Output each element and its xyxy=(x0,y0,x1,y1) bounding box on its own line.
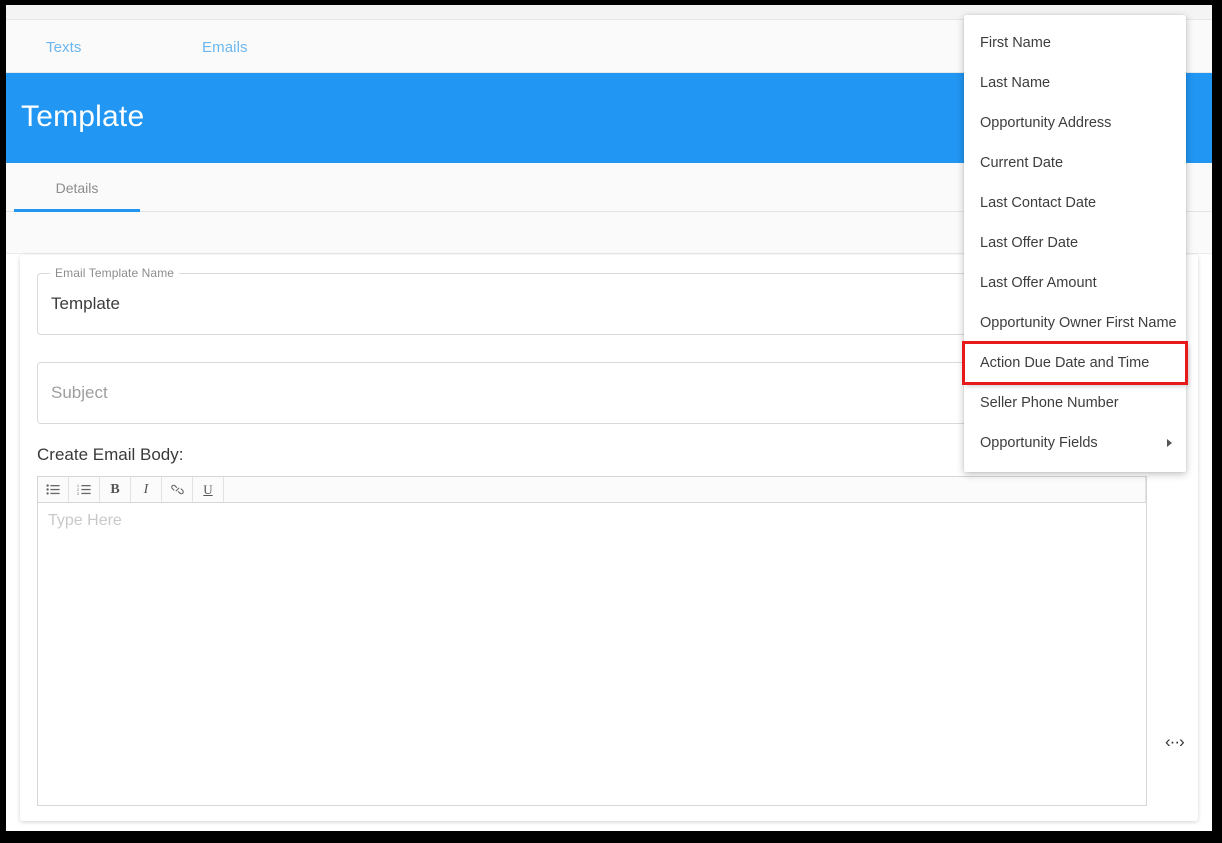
menu-item-last-name[interactable]: Last Name xyxy=(964,63,1186,103)
nav-link-texts[interactable]: Texts xyxy=(46,39,82,56)
source-code-icon[interactable]: ‹··› xyxy=(1165,732,1185,752)
create-email-body-label: Create Email Body: xyxy=(37,445,184,464)
tab-details-label: Details xyxy=(55,179,99,196)
email-template-name-value: Template xyxy=(51,294,120,313)
menu-item-last-offer-amount[interactable]: Last Offer Amount xyxy=(964,263,1186,303)
menu-item-label: Current Date xyxy=(980,155,1064,171)
menu-item-label: Opportunity Address xyxy=(980,115,1112,131)
nav-link-emails[interactable]: Emails xyxy=(202,39,248,56)
menu-item-last-contact-date[interactable]: Last Contact Date xyxy=(964,183,1186,223)
menu-item-action-due-date-and-time[interactable]: Action Due Date and Time xyxy=(962,341,1188,385)
menu-item-label: First Name xyxy=(980,35,1051,51)
merge-field-dropdown-menu: First Name Last Name Opportunity Address… xyxy=(962,15,1188,472)
menu-item-first-name[interactable]: First Name xyxy=(964,23,1186,63)
menu-item-last-offer-date[interactable]: Last Offer Date xyxy=(964,223,1186,263)
menu-item-label: Opportunity Owner First Name xyxy=(980,315,1177,331)
menu-item-seller-phone-number[interactable]: Seller Phone Number xyxy=(964,383,1186,423)
tab-details[interactable]: Details xyxy=(14,163,140,212)
menu-item-label: Action Due Date and Time xyxy=(980,355,1150,371)
editor-toolbar: 1 2 3 B I U xyxy=(38,477,1146,503)
editor-toolbar-empty-space xyxy=(224,477,1146,502)
menu-item-opportunity-fields[interactable]: Opportunity Fields xyxy=(964,423,1186,463)
email-template-name-label: Email Template Name xyxy=(50,266,180,280)
menu-item-label: Last Offer Date xyxy=(980,235,1079,251)
menu-item-label: Last Offer Amount xyxy=(980,275,1097,291)
underline-icon[interactable]: U xyxy=(193,477,224,502)
menu-item-opportunity-owner-first-name[interactable]: Opportunity Owner First Name xyxy=(964,303,1186,343)
svg-text:3: 3 xyxy=(77,492,79,495)
bold-icon[interactable]: B xyxy=(100,477,131,502)
unordered-list-icon[interactable] xyxy=(38,477,69,502)
screenshot-root: Texts Emails Template Details Email Temp… xyxy=(0,0,1222,843)
page-title: Template xyxy=(21,100,145,133)
italic-icon[interactable]: I xyxy=(131,477,162,502)
menu-item-label: Last Name xyxy=(980,75,1051,91)
link-icon[interactable] xyxy=(162,477,193,502)
menu-item-label: Opportunity Fields xyxy=(980,435,1098,451)
menu-item-current-date[interactable]: Current Date xyxy=(964,143,1186,183)
ordered-list-icon[interactable]: 1 2 3 xyxy=(69,477,100,502)
email-body-input[interactable]: Type Here xyxy=(38,503,1146,805)
menu-item-opportunity-address[interactable]: Opportunity Address xyxy=(964,103,1186,143)
menu-item-label: Seller Phone Number xyxy=(980,395,1119,411)
menu-item-label: Last Contact Date xyxy=(980,195,1097,211)
email-body-editor[interactable]: 1 2 3 B I U Type Here xyxy=(37,476,1147,806)
chevron-right-icon xyxy=(1167,439,1172,447)
subject-placeholder: Subject xyxy=(51,383,108,402)
browser-page: Texts Emails Template Details Email Temp… xyxy=(6,5,1212,831)
